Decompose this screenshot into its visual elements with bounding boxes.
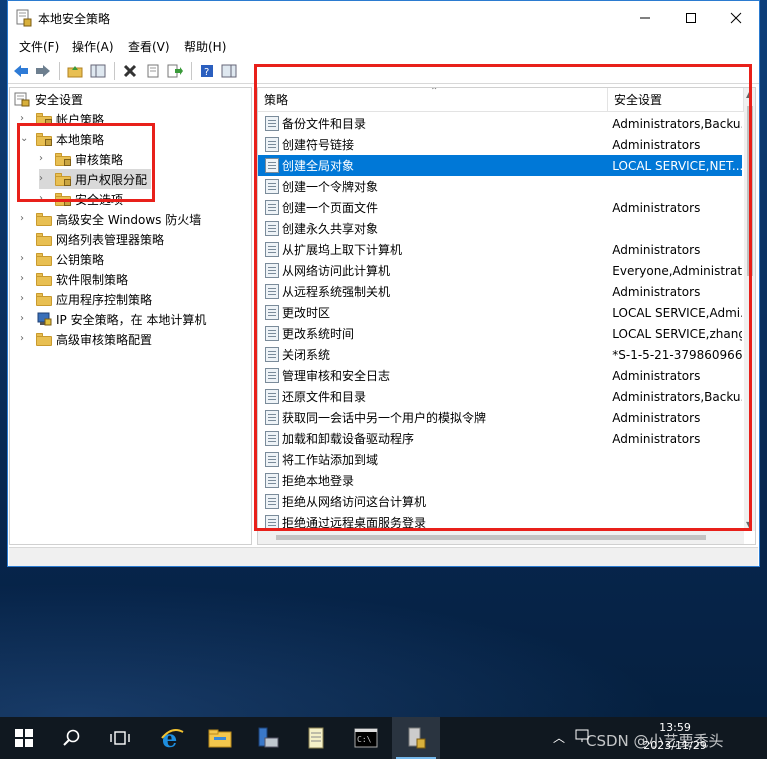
chevron-right-icon[interactable]: ›	[20, 214, 30, 224]
export-list-button[interactable]	[165, 61, 185, 81]
annotation-box-tree	[17, 123, 155, 202]
menu-file[interactable]: 文件(F)	[19, 38, 59, 55]
internet-explorer-button[interactable]: e	[148, 717, 196, 759]
close-button[interactable]	[713, 1, 759, 35]
local-security-policy-taskbar-button[interactable]	[392, 717, 440, 759]
forward-arrow-icon	[36, 65, 50, 77]
window-title: 本地安全策略	[38, 12, 111, 26]
maximize-icon	[686, 13, 696, 23]
chevron-right-icon[interactable]: ›	[20, 274, 30, 284]
menu-view[interactable]: 查看(V)	[128, 38, 170, 55]
desktop-glow	[0, 560, 767, 717]
command-prompt-button[interactable]: C:\	[342, 717, 390, 759]
console-tree-icon	[90, 64, 106, 78]
action-pane-button[interactable]	[219, 61, 239, 81]
help-button[interactable]: ?	[197, 61, 217, 81]
task-view-button[interactable]	[96, 717, 144, 759]
chevron-up-icon: ︿	[553, 731, 566, 745]
show-hidden-icons-button[interactable]: ︿	[553, 729, 565, 746]
folder-icon	[36, 232, 52, 246]
windows-logo-icon	[15, 729, 33, 747]
status-bar	[9, 547, 758, 566]
security-policy-app-icon	[408, 727, 426, 749]
title-bar[interactable]: 本地安全策略	[8, 1, 759, 35]
system-clock[interactable]: 13:59 2023/11/29	[630, 719, 720, 755]
annotation-box-list	[254, 64, 752, 531]
ip-security-icon	[37, 312, 52, 326]
delete-button[interactable]	[120, 61, 140, 81]
export-list-icon	[167, 64, 183, 78]
tree-item-network-list-manager[interactable]: 网络列表管理器策略	[36, 229, 164, 249]
minimize-button[interactable]	[622, 1, 668, 35]
up-level-button[interactable]	[65, 61, 85, 81]
file-explorer-button[interactable]	[196, 717, 244, 759]
back-arrow-icon	[14, 65, 28, 77]
svg-text:C:\: C:\	[357, 735, 372, 744]
notepad-button[interactable]	[292, 717, 340, 759]
chevron-right-icon[interactable]: ›	[20, 254, 30, 264]
chevron-right-icon[interactable]: ›	[20, 334, 30, 344]
folder-icon	[36, 252, 52, 266]
menu-action[interactable]: 操作(A)	[72, 38, 114, 55]
minimize-icon	[640, 17, 650, 19]
tree-label: 安全设置	[35, 92, 84, 107]
folder-icon	[36, 212, 52, 226]
taskbar: e C:\ ︿ CSDN @小艺要秃头 13:59 2023/11/29	[0, 717, 767, 759]
back-button[interactable]	[11, 61, 31, 81]
properties-icon	[147, 64, 159, 78]
menu-bar: 文件(F) 操作(A) 查看(V) 帮助(H)	[8, 36, 759, 56]
close-icon	[730, 12, 742, 24]
tree-label: 网络列表管理器策略	[56, 232, 165, 247]
tree-item-security-settings[interactable]: 安全设置	[14, 89, 83, 109]
help-icon: ?	[201, 65, 213, 78]
tree-item-app-control[interactable]: › 应用程序控制策略	[20, 289, 152, 309]
server-manager-icon	[258, 727, 279, 748]
delete-x-icon	[123, 64, 137, 78]
properties-button[interactable]	[143, 61, 163, 81]
internet-explorer-icon: e	[161, 726, 184, 750]
search-button[interactable]	[48, 717, 96, 759]
search-icon	[63, 729, 80, 746]
server-manager-button[interactable]	[244, 717, 292, 759]
security-settings-icon	[14, 92, 30, 107]
forward-button[interactable]	[33, 61, 53, 81]
tree-label: 软件限制策略	[56, 272, 129, 287]
maximize-button[interactable]	[668, 1, 714, 35]
action-pane-icon	[221, 64, 237, 78]
folder-up-icon	[67, 66, 83, 78]
folder-icon	[36, 272, 52, 286]
clock-date: 2023/11/29	[643, 739, 707, 752]
start-button[interactable]	[0, 717, 48, 759]
folder-icon	[36, 292, 52, 306]
horizontal-scroll-thumb[interactable]	[276, 535, 706, 540]
tree-label: IP 安全策略，在 本地计算机	[56, 312, 207, 327]
command-prompt-icon: C:\	[354, 728, 378, 748]
horizontal-scrollbar[interactable]	[258, 531, 744, 544]
tree-item-windows-firewall[interactable]: › 高级安全 Windows 防火墙	[20, 209, 201, 229]
tree-item-software-restriction[interactable]: › 软件限制策略	[20, 269, 128, 289]
tree-item-ip-security[interactable]: › IP 安全策略，在 本地计算机	[20, 309, 206, 329]
security-policy-app-icon	[16, 9, 32, 27]
task-view-icon	[110, 731, 130, 745]
notepad-icon	[308, 727, 324, 749]
tree-label: 公钥策略	[56, 252, 105, 267]
show-hide-tree-button[interactable]	[88, 61, 108, 81]
folder-icon	[36, 332, 52, 346]
file-explorer-icon	[208, 729, 232, 748]
svg-text:?: ?	[204, 67, 209, 78]
chevron-right-icon[interactable]: ›	[20, 314, 30, 324]
tree-label: 应用程序控制策略	[56, 292, 153, 307]
tree-label: 高级安全 Windows 防火墙	[56, 212, 202, 227]
tree-item-public-key-policies[interactable]: › 公钥策略	[20, 249, 104, 269]
clock-time: 13:59	[659, 721, 691, 734]
tree-label: 高级审核策略配置	[56, 332, 153, 347]
chevron-right-icon[interactable]: ›	[20, 294, 30, 304]
menu-help[interactable]: 帮助(H)	[184, 38, 226, 55]
tree-item-advanced-audit[interactable]: › 高级审核策略配置	[20, 329, 152, 349]
